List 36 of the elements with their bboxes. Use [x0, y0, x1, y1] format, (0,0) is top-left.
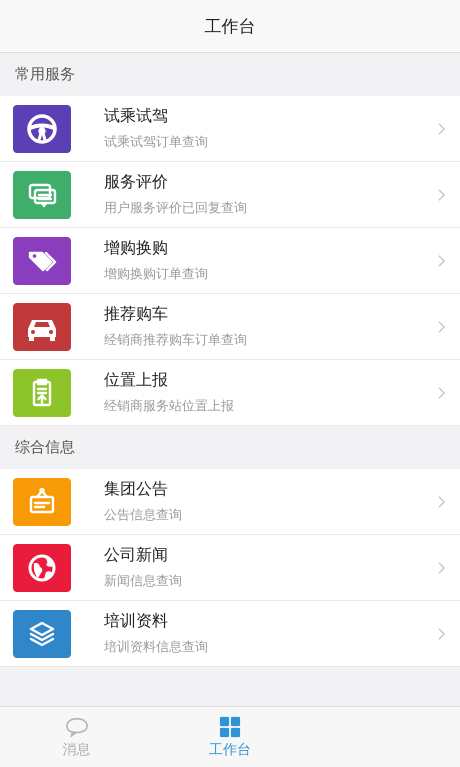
chevron-right-icon [437, 122, 446, 136]
item-title: 试乘试驾 [104, 106, 169, 127]
menu-item[interactable]: 培训资料 培训资料信息查询 [0, 601, 460, 667]
item-subtitle: 增购换购订单查询 [104, 266, 209, 283]
page-title: 工作台 [204, 16, 256, 38]
chevron-right-icon [437, 386, 446, 400]
item-title: 位置上报 [104, 370, 169, 391]
section-header: 常用服务 [14, 64, 76, 85]
item-title: 增购换购 [104, 238, 169, 259]
item-title: 公司新闻 [104, 545, 169, 566]
item-subtitle: 公告信息查询 [104, 507, 183, 524]
chevron-right-icon [437, 626, 446, 640]
item-title: 推荐购车 [104, 304, 169, 325]
item-subtitle: 新闻信息查询 [104, 573, 183, 590]
chevron-right-icon [437, 188, 446, 202]
menu-item[interactable]: 推荐购车 经销商推荐购车订单查询 [0, 294, 460, 360]
grid-icon [218, 716, 242, 738]
menu-item[interactable]: 服务评价 用户服务评价已回复查询 [0, 162, 460, 228]
menu-item[interactable]: 公司新闻 新闻信息查询 [0, 535, 460, 601]
item-title: 集团公告 [104, 479, 169, 500]
menu-item[interactable]: 位置上报 经销商服务站位置上报 [0, 360, 460, 426]
item-subtitle: 经销商推荐购车订单查询 [104, 332, 248, 349]
chevron-right-icon [437, 320, 446, 334]
menu-item[interactable]: 增购换购 增购换购订单查询 [0, 228, 460, 294]
item-subtitle: 培训资料信息查询 [104, 639, 209, 656]
chevron-right-icon [437, 560, 446, 574]
item-title: 培训资料 [104, 611, 169, 632]
chevron-right-icon [437, 254, 446, 268]
menu-item[interactable]: 集团公告 公告信息查询 [0, 469, 460, 535]
item-subtitle: 经销商服务站位置上报 [104, 398, 235, 415]
chevron-right-icon [437, 494, 446, 508]
item-subtitle: 试乘试驾订单查询 [104, 134, 209, 151]
item-subtitle: 用户服务评价已回复查询 [104, 200, 248, 217]
menu-item[interactable]: 试乘试驾 试乘试驾订单查询 [0, 96, 460, 162]
item-title: 服务评价 [104, 172, 169, 193]
section-header: 综合信息 [14, 437, 76, 458]
